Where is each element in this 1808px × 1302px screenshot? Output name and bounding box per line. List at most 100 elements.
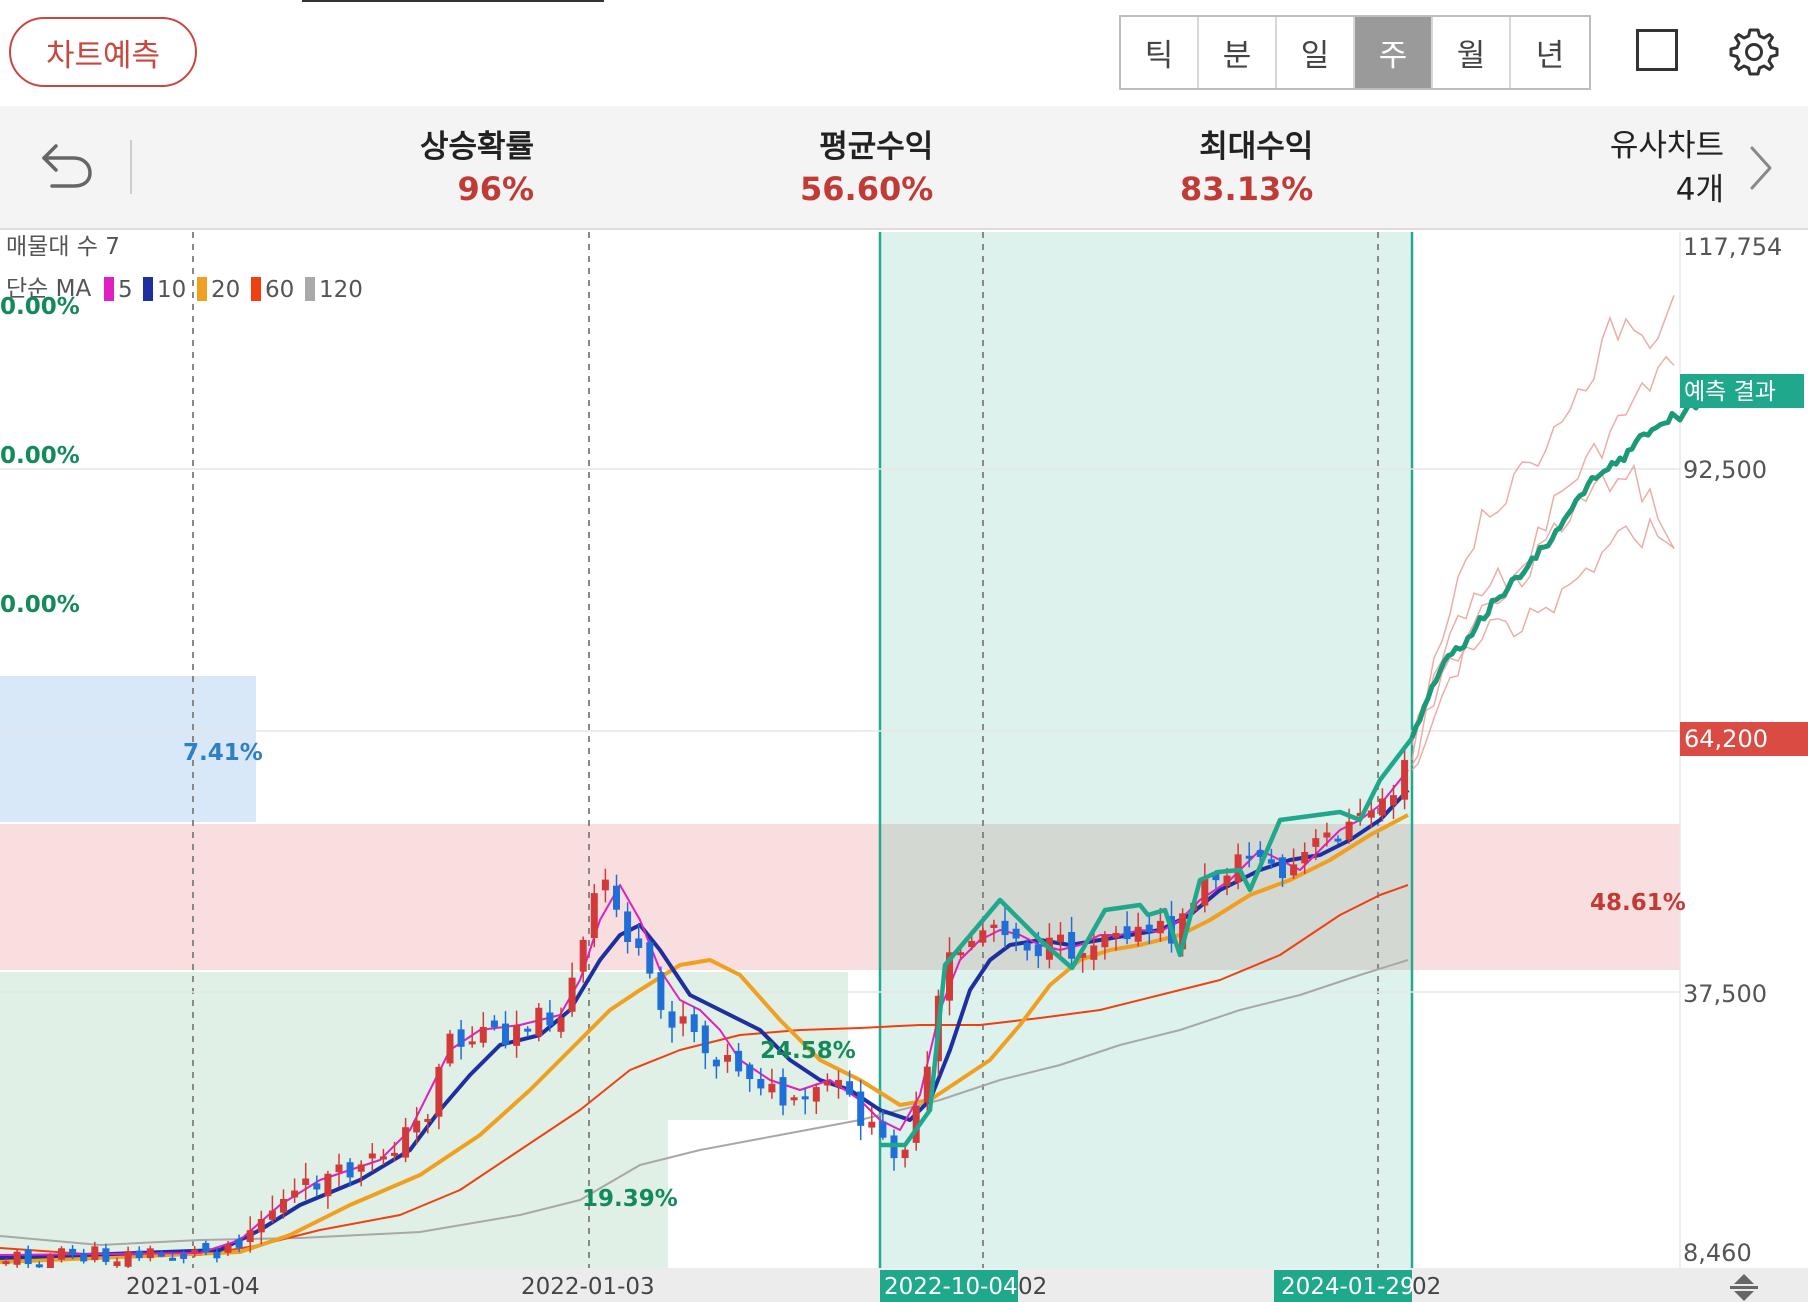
x-tick-2022: 2022-01-03 <box>521 1274 655 1300</box>
max-return-value: 83.13% <box>1180 170 1314 208</box>
candle-body <box>368 1153 376 1159</box>
ma-legend-period: 10 <box>157 277 186 303</box>
candle-body <box>1378 798 1386 816</box>
candle-body <box>735 1050 743 1072</box>
candle-body <box>69 1248 77 1256</box>
candle-body <box>668 1011 676 1028</box>
candle-body <box>479 1026 487 1043</box>
candle-body <box>113 1261 121 1266</box>
ma-legend: 5 10 20 60 120 <box>104 277 363 303</box>
similar-chart-lines <box>1411 295 1675 771</box>
candle-body <box>268 1210 276 1220</box>
candle-body <box>402 1127 410 1158</box>
candle-body <box>291 1190 299 1198</box>
candle-body <box>646 942 654 974</box>
candle-body <box>712 1059 720 1067</box>
candle-body <box>779 1077 787 1106</box>
ma-legend-period: 5 <box>118 277 133 303</box>
fullscreen-square-icon[interactable] <box>1636 29 1678 71</box>
candle-body <box>857 1091 865 1126</box>
candle-body <box>1323 832 1331 838</box>
candle-body <box>235 1239 243 1248</box>
candle-body <box>13 1251 21 1265</box>
similar-chart-line <box>1411 463 1675 771</box>
candle-body <box>590 893 598 939</box>
ma-legend-swatch <box>143 277 153 301</box>
candle-body <box>1301 851 1309 864</box>
candle-body <box>746 1064 754 1080</box>
chart-predict-button[interactable]: 차트예측 <box>9 17 197 87</box>
period-month[interactable]: 월 <box>1433 17 1511 88</box>
candle-body <box>1267 859 1275 864</box>
gear-icon[interactable] <box>1728 26 1780 78</box>
candle-body <box>457 1029 465 1047</box>
candle-body <box>635 938 643 948</box>
similar-charts[interactable]: 유사차트 4개 <box>1610 124 1724 212</box>
candle-body <box>1279 857 1286 879</box>
candle-body <box>46 1255 54 1269</box>
candle-body <box>468 1041 476 1045</box>
zone-label-3: 0.00% <box>0 592 80 618</box>
prediction-result-tag: 예측 결과 <box>1684 379 1776 405</box>
candle-body <box>146 1248 154 1259</box>
zone-label-blue: 7.41% <box>183 740 263 766</box>
chevron-right-icon[interactable] <box>1746 142 1776 194</box>
candle-body <box>246 1230 254 1243</box>
candle-body <box>1290 864 1298 876</box>
x-tick-2021: 2021-01-04 <box>126 1274 260 1300</box>
candle-body <box>1145 924 1153 933</box>
candle-body <box>335 1164 343 1173</box>
ma-legend-swatch <box>251 277 261 301</box>
period-year[interactable]: 년 <box>1511 17 1589 88</box>
zone-label-green-2: 19.39% <box>582 1186 678 1212</box>
period-day[interactable]: 일 <box>1277 17 1355 88</box>
candle-body <box>1001 920 1009 936</box>
candle-body <box>302 1178 310 1185</box>
zone-label-red: 48.61% <box>1590 890 1686 916</box>
candle-body <box>1090 945 1098 960</box>
candle-body <box>124 1250 132 1267</box>
zone-label-green-1: 24.58% <box>760 1038 856 1064</box>
period-week[interactable]: 주 <box>1355 17 1433 88</box>
ma-legend-period: 60 <box>265 277 294 303</box>
period-minute[interactable]: 분 <box>1199 17 1277 88</box>
candle-body <box>790 1097 798 1101</box>
candle-body <box>1245 855 1253 859</box>
pattern-start-date: 2022-10-04 <box>884 1274 1018 1300</box>
ma-legend-period: 20 <box>211 277 240 303</box>
similar-chart-line <box>1411 516 1675 766</box>
candle-body <box>968 940 976 948</box>
candle-body <box>102 1248 110 1262</box>
candle-body <box>435 1066 443 1117</box>
candle-body <box>535 1007 543 1036</box>
candle-body <box>579 939 587 972</box>
candle-body <box>35 1264 43 1268</box>
y-tick-92500: 92,500 <box>1683 456 1767 484</box>
candle-body <box>823 1082 831 1086</box>
period-tick[interactable]: 틱 <box>1121 17 1199 88</box>
rise-probability-value: 96% <box>457 170 535 208</box>
undo-icon[interactable] <box>38 140 96 192</box>
candle-body <box>24 1249 32 1265</box>
candle-body <box>624 911 632 942</box>
candle-body <box>879 1121 887 1138</box>
candle-body <box>1023 942 1031 951</box>
candle-body <box>1345 821 1353 840</box>
candle-body <box>1034 944 1042 957</box>
candle-body <box>502 1023 509 1045</box>
rise-probability-stat: 상승확률 96% <box>420 126 534 210</box>
candle-body <box>1367 810 1375 818</box>
similar-chart-line <box>1411 355 1675 761</box>
average-return-value: 56.60% <box>800 170 934 208</box>
stock-chart[interactable]: 매물대 수 7 단순 MA 5 10 20 60 120 0.00% 0.00% 0.0… <box>0 230 1808 1302</box>
candle-body <box>135 1250 143 1259</box>
candle-body <box>446 1033 454 1064</box>
candle-body <box>701 1025 709 1054</box>
candle-body <box>690 1014 698 1032</box>
zone-label-1: 0.00% <box>0 294 80 320</box>
candle-body <box>1201 879 1209 906</box>
candle-body <box>413 1120 421 1133</box>
candle-body <box>1390 795 1397 806</box>
candle-body <box>546 1012 554 1026</box>
similar-charts-label: 유사차트 <box>1609 128 1724 164</box>
